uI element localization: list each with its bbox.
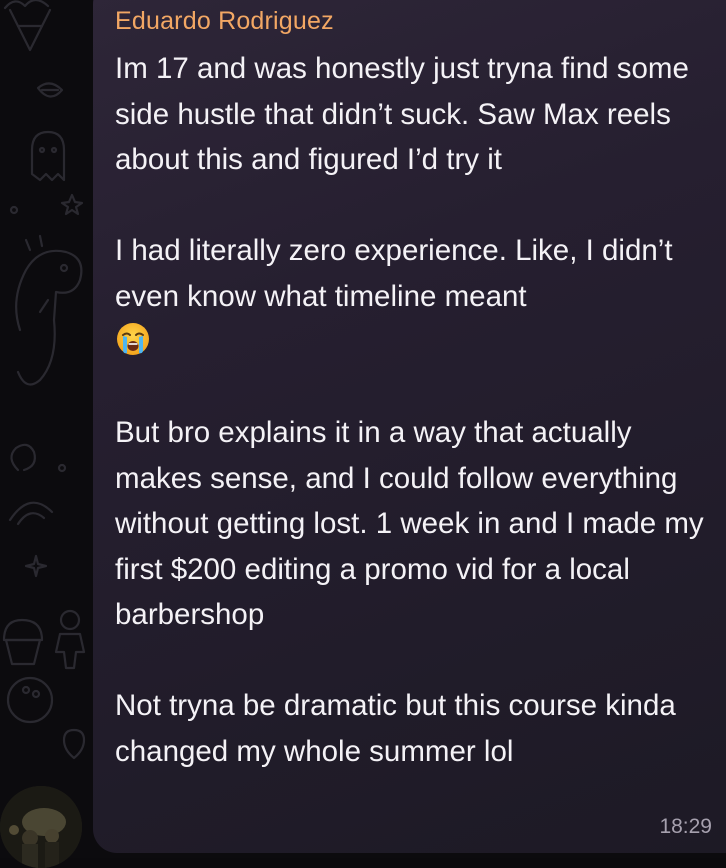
message-paragraph: I had literally zero experience. Like, I… <box>115 228 715 365</box>
message-paragraph: But bro explains it in a way that actual… <box>115 416 712 631</box>
message-timestamp: 18:29 <box>659 815 712 838</box>
message-text: Im 17 and was honestly just tryna find s… <box>115 46 715 774</box>
ghost-doodle-icon <box>30 130 66 182</box>
ball-doodle-icon <box>6 676 54 724</box>
avatar[interactable] <box>0 786 82 868</box>
avatar-photo <box>0 786 82 868</box>
message-paragraph: Im 17 and was honestly just tryna find s… <box>115 52 698 176</box>
message-paragraph: Not tryna be dramatic but this course ki… <box>115 689 684 768</box>
popcorn-doodle-icon <box>3 0 52 52</box>
rainbow-doodle-icon <box>8 501 54 526</box>
dot-doodle-icon <box>9 205 19 215</box>
loudly-crying-face-icon <box>117 323 149 355</box>
sparkle-doodle-icon <box>24 554 48 578</box>
sender-name[interactable]: Eduardo Rodriguez <box>115 7 334 36</box>
cupcake-doodle-icon <box>2 618 44 666</box>
star-doodle-icon <box>60 193 84 216</box>
dinosaur-doodle-icon <box>15 234 83 386</box>
gingerbread-doodle-icon <box>54 609 86 670</box>
leaf-doodle-icon <box>36 82 64 98</box>
swirl-doodle-icon <box>10 443 36 472</box>
message-paragraph-text: I had literally zero experience. Like, I… <box>115 234 681 313</box>
dot-doodle-icon <box>57 463 67 473</box>
heart-doodle-icon <box>62 728 86 760</box>
